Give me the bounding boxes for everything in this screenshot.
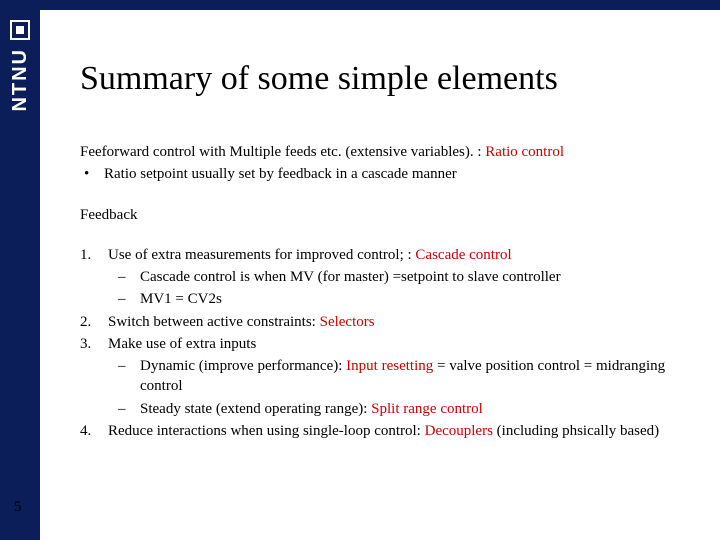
sidebar: NTNU <box>0 0 40 540</box>
ntnu-logo-icon <box>10 20 30 40</box>
page-number: 5 <box>14 499 22 516</box>
item-text-pre: Make use of extra inputs <box>108 336 256 352</box>
feedforward-bullet: • Ratio setpoint usually set by feedback… <box>80 164 680 184</box>
list-marker: 1. <box>80 245 108 265</box>
dash-icon: – <box>118 267 140 287</box>
list-marker: 3. <box>80 334 108 354</box>
item-text-pre: Use of extra measurements for improved c… <box>108 247 415 263</box>
item-text-post: (including phsically based) <box>493 423 659 439</box>
top-bar <box>0 0 720 10</box>
item-text-red: Selectors <box>320 314 375 330</box>
feedback-heading: Feedback <box>80 205 680 225</box>
page-title: Summary of some simple elements <box>80 60 680 98</box>
feedforward-heading: Feeforward control with Multiple feeds e… <box>80 142 680 162</box>
sub-item: – Dynamic (improve performance): Input r… <box>108 356 680 397</box>
sub-text: Cascade control is when MV (for master) … <box>140 267 680 287</box>
item-text-pre: Switch between active constraints: <box>108 314 320 330</box>
bullet-marker-icon: • <box>80 164 104 184</box>
item-text-red: Decouplers <box>425 423 493 439</box>
sub-red: Input resetting <box>346 358 433 374</box>
ntnu-logo-dot-icon <box>16 26 24 34</box>
list-item: 1. Use of extra measurements for improve… <box>80 245 680 265</box>
list-item: 2. Switch between active constraints: Se… <box>80 312 680 332</box>
list-body: Make use of extra inputs <box>108 334 680 354</box>
feedforward-heading-red: Ratio control <box>485 144 564 160</box>
item-text-pre: Reduce interactions when using single-lo… <box>108 423 425 439</box>
sub-text: MV1 = CV2s <box>140 289 680 309</box>
list-marker: 4. <box>80 421 108 441</box>
sub-pre: Steady state (extend operating range): <box>140 401 371 417</box>
brand-block: NTNU <box>9 20 32 112</box>
list-marker: 2. <box>80 312 108 332</box>
dash-icon: – <box>118 289 140 309</box>
item-text-red: Cascade control <box>415 247 511 263</box>
feedforward-bullet-text: Ratio setpoint usually set by feedback i… <box>104 164 680 184</box>
sub-red: Split range control <box>371 401 483 417</box>
sub-pre: Dynamic (improve performance): <box>140 358 346 374</box>
body-text: Feeforward control with Multiple feeds e… <box>80 142 680 441</box>
list-body: Reduce interactions when using single-lo… <box>108 421 680 441</box>
list-body: Use of extra measurements for improved c… <box>108 245 680 265</box>
sub-item: – Cascade control is when MV (for master… <box>108 267 680 287</box>
sub-item: – MV1 = CV2s <box>108 289 680 309</box>
sub-text: Steady state (extend operating range): S… <box>140 399 680 419</box>
list-body: Switch between active constraints: Selec… <box>108 312 680 332</box>
sub-item: – Steady state (extend operating range):… <box>108 399 680 419</box>
sub-text: Dynamic (improve performance): Input res… <box>140 356 680 397</box>
dash-icon: – <box>118 356 140 376</box>
list-item: 3. Make use of extra inputs <box>80 334 680 354</box>
dash-icon: – <box>118 399 140 419</box>
slide-content: Summary of some simple elements Feeforwa… <box>40 10 720 540</box>
brand-name: NTNU <box>9 48 32 112</box>
list-item: 4. Reduce interactions when using single… <box>80 421 680 441</box>
feedforward-heading-pre: Feeforward control with Multiple feeds e… <box>80 144 485 160</box>
